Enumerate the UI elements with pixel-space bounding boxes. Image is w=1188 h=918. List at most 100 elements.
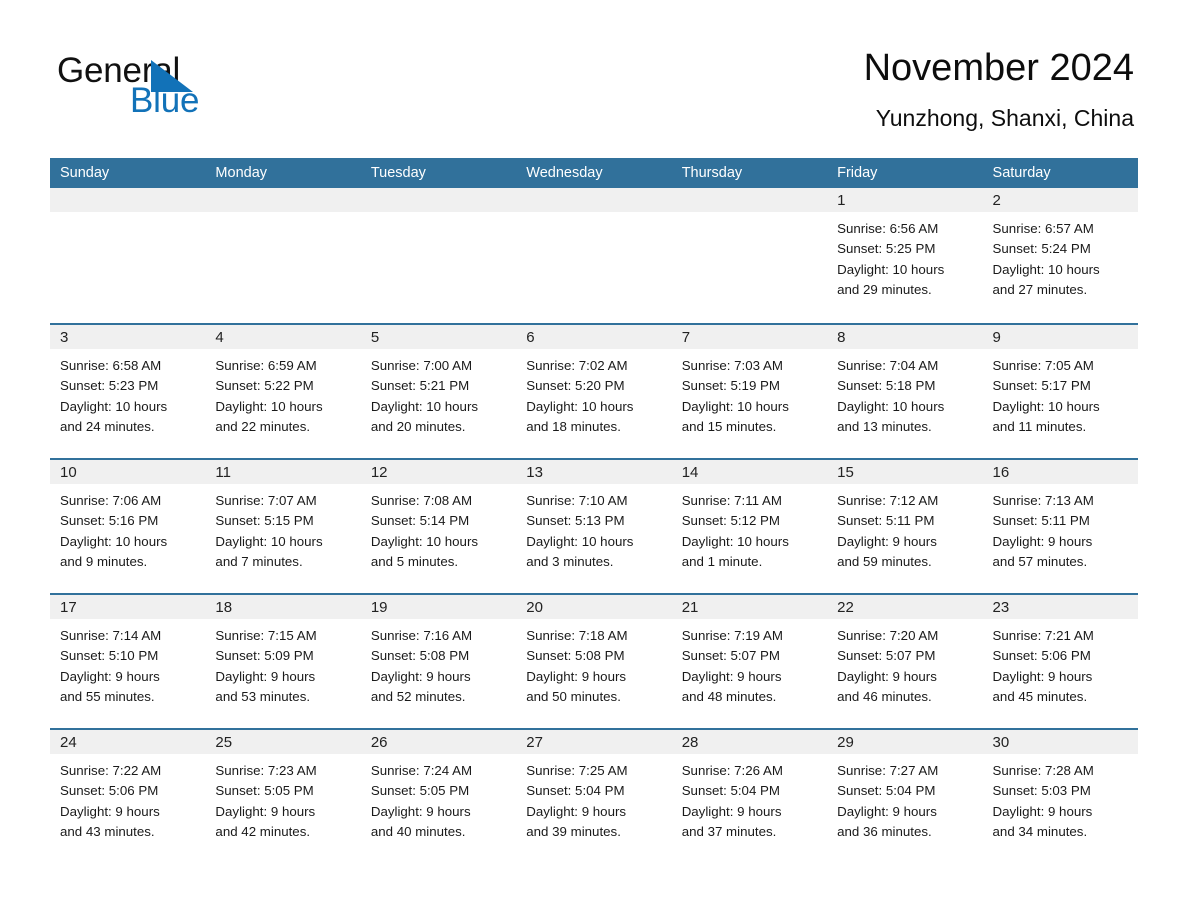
logo-text-blue: Blue <box>130 81 200 120</box>
calendar-day-cell[interactable]: 29 Sunrise: 7:27 AM Sunset: 5:04 PM Dayligh… <box>827 730 983 848</box>
calendar-day-cell[interactable]: 2 Sunrise: 6:57 AM Sunset: 5:24 PM Daylight… <box>982 188 1138 323</box>
day-details: Sunrise: 7:04 AM Sunset: 5:18 PM Daylight:… <box>827 349 982 437</box>
sunrise-time: Sunrise: 7:22 AM <box>60 763 162 778</box>
calendar-day-cell[interactable]: 14 Sunrise: 7:11 AM Sunset: 5:12 PM Dayligh… <box>671 460 828 593</box>
calendar-day-cell[interactable]: 28 Sunrise: 7:26 AM Sunset: 5:04 PM Dayligh… <box>671 730 828 848</box>
sunrise-time: Sunrise: 7:21 AM <box>992 628 1094 643</box>
daylight-duration-line1: Daylight: 9 hours <box>60 668 160 684</box>
calendar-day-cell[interactable]: 27 Sunrise: 7:25 AM Sunset: 5:04 PM Dayligh… <box>516 730 672 848</box>
calendar-day-cell[interactable]: 10 Sunrise: 7:06 AM Sunset: 5:16 PM Dayligh… <box>50 460 206 593</box>
day-details: Sunrise: 7:08 AM Sunset: 5:14 PM Daylight:… <box>361 484 516 572</box>
day-number: 25 <box>215 734 233 751</box>
calendar-day-cell[interactable]: 6 Sunrise: 7:02 AM Sunset: 5:20 PM Daylight… <box>516 325 672 458</box>
sunrise-time: Sunrise: 6:56 AM <box>837 221 939 236</box>
sunrise-time: Sunrise: 7:15 AM <box>215 628 317 643</box>
day-number: 9 <box>992 329 1001 346</box>
sunset-time: Sunset: 5:24 PM <box>992 241 1091 257</box>
day-number: 13 <box>526 464 543 481</box>
calendar-day-cell[interactable]: 24 Sunrise: 7:22 AM Sunset: 5:06 PM Dayligh… <box>50 730 206 848</box>
daylight-duration-line1: Daylight: 9 hours <box>215 803 316 819</box>
calendar-day-cell[interactable]: 1 Sunrise: 6:56 AM Sunset: 5:25 PM Daylight… <box>827 188 983 323</box>
day-number: 2 <box>992 192 1001 209</box>
daylight-duration-line2: and 42 minutes. <box>215 823 311 839</box>
calendar-day-cell[interactable]: 7 Sunrise: 7:03 AM Sunset: 5:19 PM Daylight… <box>671 325 828 458</box>
generalblue-logo[interactable]: General Blue <box>57 52 357 127</box>
dow-friday: Friday <box>837 165 878 181</box>
day-number-band <box>982 188 1138 212</box>
sunset-time: Sunset: 5:03 PM <box>992 783 1091 799</box>
calendar-day-cell[interactable]: 9 Sunrise: 7:05 AM Sunset: 5:17 PM Daylight… <box>982 325 1138 458</box>
daylight-duration-line1: Daylight: 9 hours <box>526 668 627 684</box>
sunset-time: Sunset: 5:11 PM <box>992 513 1090 529</box>
daylight-duration-line1: Daylight: 10 hours <box>526 398 634 414</box>
dow-wednesday: Wednesday <box>526 165 603 181</box>
calendar-day-cell[interactable]: 13 Sunrise: 7:10 AM Sunset: 5:13 PM Dayligh… <box>516 460 672 593</box>
daylight-duration-line1: Daylight: 9 hours <box>681 668 782 684</box>
day-number: 21 <box>681 599 699 616</box>
calendar-day-cell[interactable]: 22 Sunrise: 7:20 AM Sunset: 5:07 PM Dayligh… <box>827 595 983 728</box>
sunset-time: Sunset: 5:08 PM <box>370 648 470 664</box>
day-number-band <box>516 188 672 212</box>
calendar-day-cell[interactable]: 15 Sunrise: 7:12 AM Sunset: 5:11 PM Dayligh… <box>827 460 983 593</box>
calendar-day-cell[interactable]: 18 Sunrise: 7:15 AM Sunset: 5:09 PM Dayligh… <box>205 595 361 728</box>
day-number: 27 <box>526 734 543 751</box>
daylight-duration-line1: Daylight: 10 hours <box>60 533 168 549</box>
calendar-day-cell[interactable]: 5 Sunrise: 7:00 AM Sunset: 5:21 PM Daylight… <box>360 325 517 458</box>
daylight-duration-line2: and 11 minutes. <box>992 418 1087 434</box>
calendar-day-cell[interactable]: 26 Sunrise: 7:24 AM Sunset: 5:05 PM Dayligh… <box>360 730 517 848</box>
sunset-time: Sunset: 5:19 PM <box>681 378 780 394</box>
sunset-time: Sunset: 5:14 PM <box>370 513 470 529</box>
calendar-day-cell-empty <box>360 188 517 323</box>
day-number-band <box>360 325 517 349</box>
daylight-duration-line2: and 59 minutes. <box>837 553 932 569</box>
sunset-time: Sunset: 5:23 PM <box>60 378 159 394</box>
location-subtitle: Yunzhong, Shanxi, China <box>875 105 1134 131</box>
day-details: Sunrise: 7:03 AM Sunset: 5:19 PM Daylight:… <box>672 349 827 437</box>
daylight-duration-line2: and 24 minutes. <box>60 418 155 434</box>
day-details: Sunrise: 6:57 AM Sunset: 5:24 PM Daylight:… <box>983 212 1138 300</box>
daylight-duration-line2: and 1 minute. <box>681 553 763 569</box>
day-number-band <box>516 325 672 349</box>
calendar-day-cell[interactable]: 8 Sunrise: 7:04 AM Sunset: 5:18 PM Daylight… <box>827 325 983 458</box>
daylight-duration-line2: and 53 minutes. <box>215 688 311 704</box>
daylight-duration-line1: Daylight: 10 hours <box>60 398 168 414</box>
daylight-duration-line1: Daylight: 10 hours <box>526 533 634 549</box>
sunrise-time: Sunrise: 7:06 AM <box>60 493 162 508</box>
sunrise-time: Sunrise: 6:57 AM <box>992 221 1094 236</box>
day-details: Sunrise: 7:02 AM Sunset: 5:20 PM Daylight:… <box>516 349 671 437</box>
day-details: Sunrise: 7:07 AM Sunset: 5:15 PM Daylight:… <box>205 484 360 572</box>
calendar-day-cell[interactable]: 30 Sunrise: 7:28 AM Sunset: 5:03 PM Dayligh… <box>982 730 1138 848</box>
calendar-day-cell[interactable]: 23 Sunrise: 7:21 AM Sunset: 5:06 PM Dayligh… <box>982 595 1138 728</box>
calendar-day-cell[interactable]: 21 Sunrise: 7:19 AM Sunset: 5:07 PM Dayligh… <box>671 595 828 728</box>
day-number-band <box>50 325 206 349</box>
calendar-day-cell[interactable]: 20 Sunrise: 7:18 AM Sunset: 5:08 PM Dayligh… <box>516 595 672 728</box>
calendar-day-cell[interactable]: 25 Sunrise: 7:23 AM Sunset: 5:05 PM Dayligh… <box>205 730 361 848</box>
calendar-week-row: 10 Sunrise: 7:06 AM Sunset: 5:16 PM Dayligh… <box>50 458 1138 593</box>
day-number: 11 <box>215 464 231 481</box>
daylight-duration-line1: Daylight: 10 hours <box>215 398 323 414</box>
day-number: 17 <box>60 599 77 616</box>
daylight-duration-line1: Daylight: 9 hours <box>992 533 1093 549</box>
sunrise-time: Sunrise: 7:02 AM <box>526 358 628 373</box>
calendar-day-cell[interactable]: 17 Sunrise: 7:14 AM Sunset: 5:10 PM Dayligh… <box>50 595 206 728</box>
day-number: 26 <box>370 734 388 751</box>
daylight-duration-line2: and 5 minutes. <box>370 553 459 569</box>
sunrise-time: Sunrise: 7:00 AM <box>370 358 473 373</box>
calendar-day-cell[interactable]: 4 Sunrise: 6:59 AM Sunset: 5:22 PM Daylight… <box>205 325 361 458</box>
day-details: Sunrise: 6:56 AM Sunset: 5:25 PM Daylight:… <box>827 212 982 300</box>
calendar-day-cell-empty <box>671 188 828 323</box>
calendar-day-cell[interactable]: 16 Sunrise: 7:13 AM Sunset: 5:11 PM Dayligh… <box>982 460 1138 593</box>
day-details: Sunrise: 7:22 AM Sunset: 5:06 PM Daylight:… <box>50 754 205 842</box>
day-number: 5 <box>370 329 380 346</box>
daylight-duration-line2: and 9 minutes. <box>60 553 148 569</box>
sunset-time: Sunset: 5:06 PM <box>992 648 1091 664</box>
calendar-day-cell[interactable]: 3 Sunrise: 6:58 AM Sunset: 5:23 PM Daylight… <box>50 325 206 458</box>
sunset-time: Sunset: 5:10 PM <box>60 648 159 664</box>
sunset-time: Sunset: 5:20 PM <box>526 378 625 394</box>
calendar-day-cell[interactable]: 19 Sunrise: 7:16 AM Sunset: 5:08 PM Dayligh… <box>360 595 517 728</box>
calendar-day-cell[interactable]: 11 Sunrise: 7:07 AM Sunset: 5:15 PM Dayligh… <box>205 460 361 593</box>
daylight-duration-line2: and 55 minutes. <box>60 688 155 704</box>
day-number-band <box>827 325 983 349</box>
calendar-day-cell[interactable]: 12 Sunrise: 7:08 AM Sunset: 5:14 PM Dayligh… <box>360 460 517 593</box>
day-details: Sunrise: 7:14 AM Sunset: 5:10 PM Daylight:… <box>50 619 205 707</box>
